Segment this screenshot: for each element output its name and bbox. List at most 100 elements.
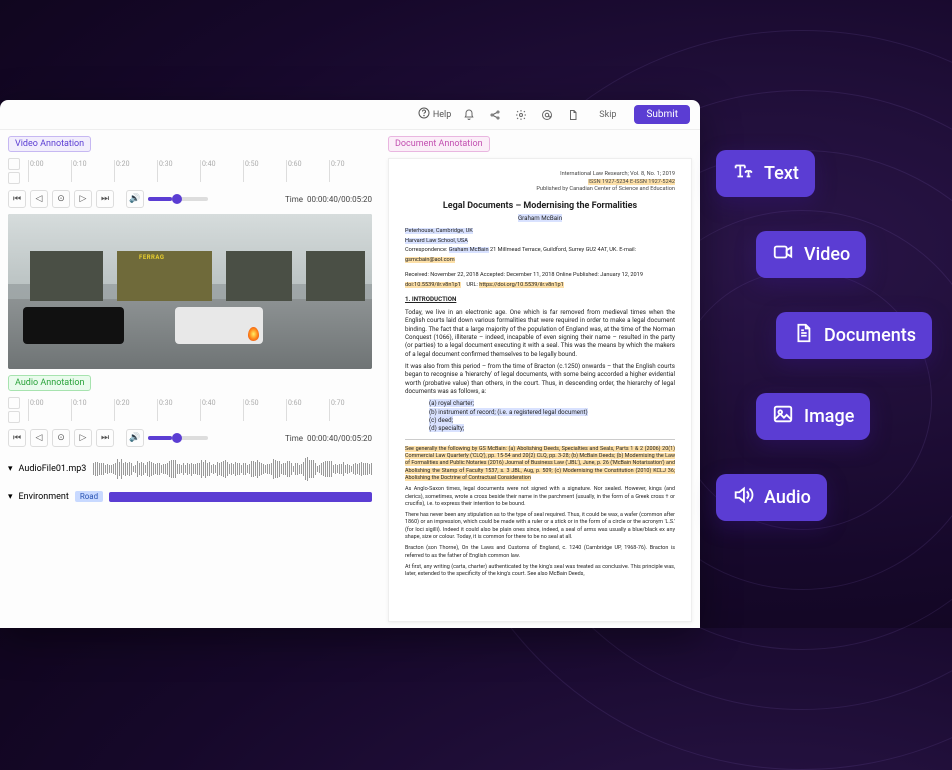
tick: 0:70: [329, 160, 372, 182]
audio-icon: [732, 484, 754, 511]
chevron-down-icon[interactable]: ▾: [8, 492, 13, 502]
submit-button[interactable]: Submit: [634, 105, 690, 124]
help-button[interactable]: Help: [418, 107, 451, 122]
volume-icon[interactable]: 🔊: [126, 190, 144, 208]
doc-dates: Received: November 22, 2018 Accepted: De…: [405, 272, 675, 280]
doc-footnote-4: Bracton (son Thorne), On the Laws and Cu…: [405, 545, 675, 560]
annotation-app-window: Help Skip Submit Video Annotation 0:00 0…: [0, 100, 700, 628]
tick: 0:10: [71, 160, 114, 182]
tick: 0:70: [329, 399, 372, 421]
chip-image: Image: [756, 393, 870, 440]
audio-waveform[interactable]: [92, 455, 372, 483]
audio-timeline-row: 0:00 0:10 0:20 0:30 0:40 0:50 0:60 0:70: [8, 397, 372, 423]
skip-start-button[interactable]: ⏮: [8, 429, 26, 447]
play-button[interactable]: ⊙: [52, 190, 70, 208]
tick: 0:60: [286, 399, 329, 421]
chip-audio-label: Audio: [764, 487, 811, 508]
document-page[interactable]: International Law Research; Vol. 8, No. …: [388, 158, 692, 622]
doc-list-b: (b) instrument of record; (i.e. a regist…: [429, 408, 588, 416]
video-frame[interactable]: FERRAG: [8, 214, 372, 369]
skip-start-button[interactable]: ⏮: [8, 190, 26, 208]
audio-time: Time 00:00:40/00:05:20: [285, 434, 372, 443]
video-panel-title: Video Annotation: [8, 136, 91, 152]
doc-correspondence: Correspondence: Graham McBain 21 Millmea…: [405, 247, 675, 255]
gear-icon[interactable]: [513, 107, 529, 123]
tick: 0:20: [114, 160, 157, 182]
video-icon: [772, 241, 794, 268]
video-timeline[interactable]: 0:00 0:10 0:20 0:30 0:40 0:50 0:60 0:70: [28, 160, 372, 182]
skip-end-button[interactable]: ⏭: [96, 429, 114, 447]
tick: 0:30: [157, 399, 200, 421]
volume-icon[interactable]: 🔊: [126, 429, 144, 447]
doc-footnote-5: At first, any writing (carta, charter) a…: [405, 564, 675, 579]
document-panel-title: Document Annotation: [388, 136, 490, 152]
feature-chips: Text Video Documents Image Audio: [716, 150, 932, 521]
tick: 0:40: [200, 160, 243, 182]
video-timeline-tools[interactable]: [8, 158, 22, 184]
doc-footnote-2: As Anglo-Saxon times, legal documents we…: [405, 486, 675, 508]
chip-text-label: Text: [764, 163, 799, 184]
left-column: Video Annotation 0:00 0:10 0:20 0:30 0:4…: [0, 130, 380, 628]
doc-email: gsmcbain@aol.com: [405, 257, 455, 263]
document-icon[interactable]: [565, 107, 581, 123]
video-timeline-row: 0:00 0:10 0:20 0:30 0:40 0:50 0:60 0:70: [8, 158, 372, 184]
audio-timeline-tools[interactable]: [8, 397, 22, 423]
audio-panel-title: Audio Annotation: [8, 375, 91, 391]
chip-audio: Audio: [716, 474, 827, 521]
right-column: Document Annotation International Law Re…: [380, 130, 700, 628]
doc-para-2: It was also from this period – from the …: [405, 362, 675, 395]
bell-icon[interactable]: [461, 107, 477, 123]
chip-image-label: Image: [804, 406, 854, 427]
audio-file-row: ▾ AudioFile01.mp3: [8, 453, 372, 485]
tick: 0:50: [243, 160, 286, 182]
chip-documents-label: Documents: [824, 325, 916, 346]
environment-value[interactable]: Road: [75, 491, 103, 502]
volume-slider[interactable]: [148, 197, 208, 201]
step-back-button[interactable]: ◁: [30, 190, 48, 208]
vehicle-truck: [23, 307, 125, 344]
video-time: Time 00:00:40/00:05:20: [285, 195, 372, 204]
doc-list-d: (d) specialty;: [429, 424, 464, 432]
doc-footnote-3: There has never been any stipulation as …: [405, 512, 675, 541]
audio-timeline[interactable]: 0:00 0:10 0:20 0:30 0:40 0:50 0:60 0:70: [28, 399, 372, 421]
play-button[interactable]: ⊙: [52, 429, 70, 447]
video-controls: ⏮ ◁ ⊙ ▷ ⏭ 🔊 Time 00:00:40/00:05:20: [8, 190, 372, 208]
at-icon[interactable]: [539, 107, 555, 123]
doc-list-a: (a) royal charter;: [429, 399, 474, 407]
doc-journal: International Law Research; Vol. 8, No. …: [405, 171, 675, 179]
doc-affil-2: Harvard Law School, USA: [405, 238, 468, 244]
doc-doi-row: doi:10.5539/ilr.v8n1p1 URL: https://doi.…: [405, 282, 675, 290]
documents-icon: [792, 322, 814, 349]
environment-row: ▾ Environment Road: [8, 491, 372, 502]
chevron-down-icon[interactable]: ▾: [8, 464, 13, 474]
chip-documents: Documents: [776, 312, 932, 359]
help-label: Help: [433, 110, 451, 120]
doc-issn: ISSN 1927-5234 E-ISSN 1927-5242: [588, 179, 675, 185]
chip-video: Video: [756, 231, 866, 278]
share-icon[interactable]: [487, 107, 503, 123]
fire: [248, 327, 259, 341]
volume-slider[interactable]: [148, 436, 208, 440]
skip-button[interactable]: Skip: [591, 108, 624, 122]
environment-bar[interactable]: [109, 492, 372, 502]
step-forward-button[interactable]: ▷: [74, 429, 92, 447]
step-back-button[interactable]: ◁: [30, 429, 48, 447]
step-forward-button[interactable]: ▷: [74, 190, 92, 208]
tick: 0:10: [71, 399, 114, 421]
audio-file-label: AudioFile01.mp3: [19, 464, 87, 474]
doc-author: Graham McBain: [518, 214, 562, 222]
doc-publisher: Published by Canadian Center of Science …: [405, 186, 675, 194]
chip-text: Text: [716, 150, 815, 197]
tick: 0:60: [286, 160, 329, 182]
doc-title: Legal Documents – Modernising the Formal…: [405, 200, 675, 212]
tick: 0:40: [200, 399, 243, 421]
tick: 0:50: [243, 399, 286, 421]
doc-list-c: (c) deed;: [429, 416, 453, 424]
text-icon: [732, 160, 754, 187]
tick: 0:00: [28, 160, 71, 182]
doc-para-1: Today, we live in an electronic age. One…: [405, 308, 675, 358]
chip-video-label: Video: [804, 244, 850, 265]
doc-affil-1: Peterhouse, Cambridge, UK: [405, 228, 473, 234]
skip-end-button[interactable]: ⏭: [96, 190, 114, 208]
doc-footnote-1: See generally the following by GS McBain…: [405, 446, 675, 482]
